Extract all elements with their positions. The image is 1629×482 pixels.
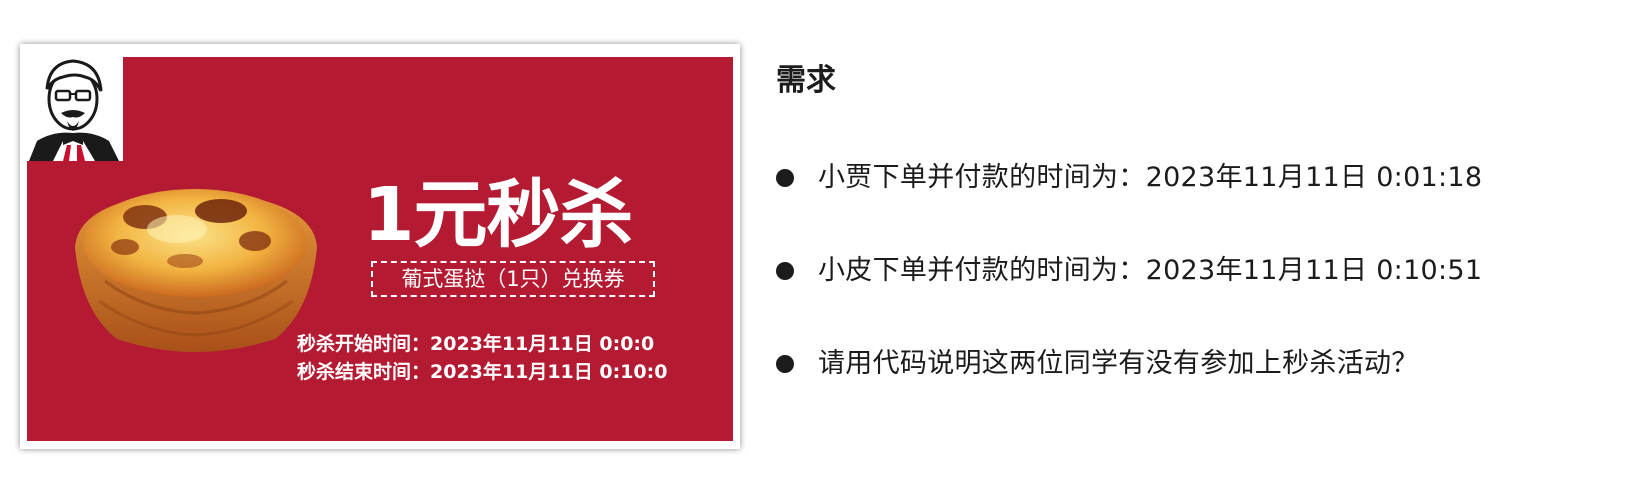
- voucher-label: 葡式蛋挞（1只）兑换券: [371, 261, 655, 297]
- requirement-text: 请用代码说明这两位同学有没有参加上秒杀活动？: [818, 348, 1419, 379]
- sale-time-info: 秒杀开始时间：2023年11月11日 0:0:0 秒杀结束时间：2023年11月…: [297, 330, 667, 386]
- bullet-icon: [776, 169, 794, 187]
- coupon-card: 1元秒杀 葡式蛋挞（1只）兑换券 秒杀开始时间：2023年11月11日 0:0:…: [20, 44, 740, 449]
- requirement-text: 小贾下单并付款的时间为：2023年11月11日 0:01:18: [818, 162, 1483, 193]
- requirements-title: 需求: [776, 63, 836, 98]
- flash-sale-headline: 1元秒杀: [363, 172, 633, 258]
- sale-end-time: 秒杀结束时间：2023年11月11日 0:10:0: [297, 361, 668, 383]
- sale-start-time: 秒杀开始时间：2023年11月11日 0:0:0: [297, 333, 655, 355]
- colonel-mascot-icon: [27, 57, 123, 161]
- egg-tart-image: [75, 189, 317, 352]
- bullet-icon: [776, 355, 794, 373]
- bullet-icon: [776, 262, 794, 280]
- requirement-text: 小皮下单并付款的时间为：2023年11月11日 0:10:51: [818, 255, 1483, 286]
- coupon-banner: 1元秒杀 葡式蛋挞（1只）兑换券 秒杀开始时间：2023年11月11日 0:0:…: [27, 57, 733, 441]
